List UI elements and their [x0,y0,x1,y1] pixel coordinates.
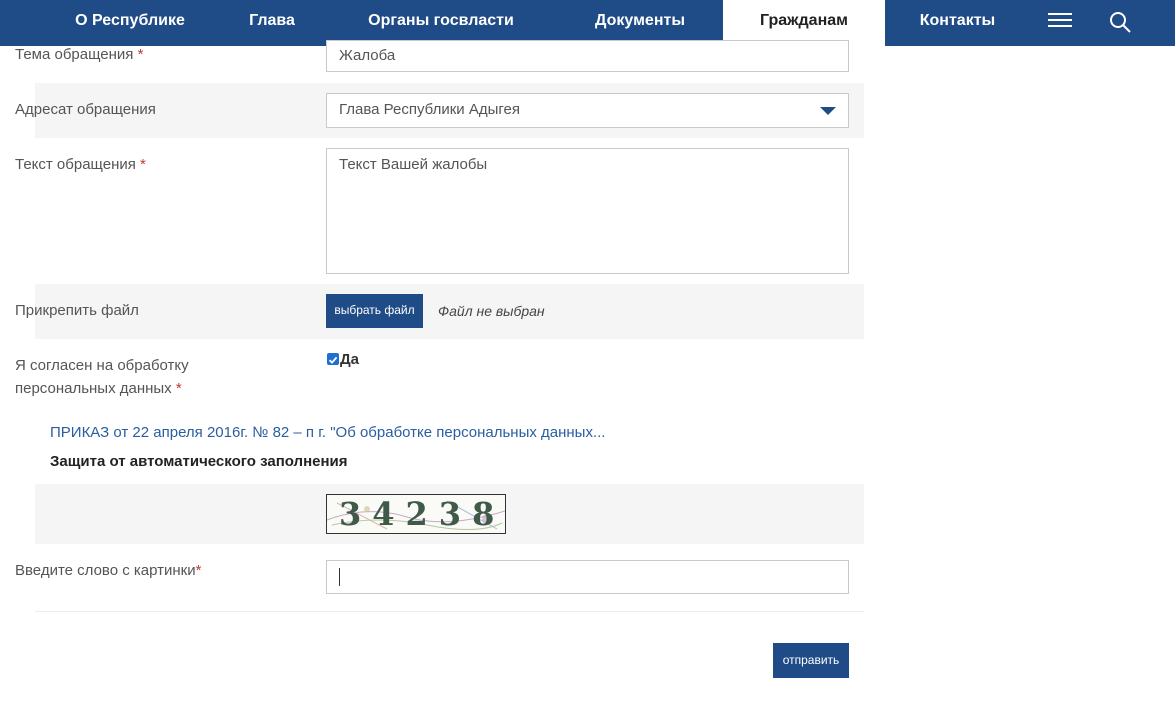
personal-data-order-link[interactable]: ПРИКАЗ от 22 апреля 2016г. № 82 – п г. "… [50,424,605,441]
chevron-down-icon [820,107,836,115]
nav-item-about[interactable]: О Республике [55,0,205,46]
required-mark: * [175,380,182,397]
subject-label-text: Тема обращения [15,46,134,63]
consent-label-line2: персональных данных [15,380,172,397]
choose-file-button[interactable]: выбрать файл [326,294,423,328]
required-mark: * [195,562,202,579]
text-area[interactable]: Текст Вашей жалобы [326,148,849,274]
consent-checkbox[interactable] [327,353,339,365]
nav-item-contacts[interactable]: Контакты [900,0,1015,46]
submit-button[interactable]: отправить [773,643,849,678]
search-icon[interactable] [1108,10,1132,39]
captcha-digits: 34238 [339,495,506,533]
captcha-input[interactable] [326,560,849,594]
addressee-select[interactable]: Глава Республики Адыгея [326,93,849,128]
consent-label-line1: Я согласен на обработку [15,357,189,374]
addressee-label: Адресат обращения [15,101,156,118]
text-label-text: Текст обращения [15,156,136,173]
text-area-value: Текст Вашей жалобы [339,156,488,173]
subject-field[interactable]: Жалоба [326,40,849,72]
nav-item-head[interactable]: Глава [232,0,312,46]
menu-icon[interactable] [1048,12,1072,35]
attach-label: Прикрепить файл [15,302,139,319]
consent-checkbox-label[interactable]: Да [340,351,359,368]
file-status: Файл не выбран [438,303,545,319]
consent-label: Я согласен на обработку персональных дан… [15,354,189,400]
required-mark: * [137,46,144,63]
captcha-input-label: Введите слово с картинки* [15,559,201,582]
captcha-section-title: Защита от автоматического заполнения [50,453,348,470]
form-divider [35,611,864,612]
required-mark: * [140,156,146,173]
addressee-value: Глава Республики Адыгея [339,101,520,118]
captcha-image: 34238 [326,494,506,534]
subject-label: Тема обращения * [15,43,143,66]
text-label: Текст обращения * [15,153,146,176]
text-caret [339,568,340,586]
captcha-input-label-text: Введите слово с картинки [15,562,196,579]
check-icon [328,356,338,364]
subject-value: Жалоба [339,47,396,64]
